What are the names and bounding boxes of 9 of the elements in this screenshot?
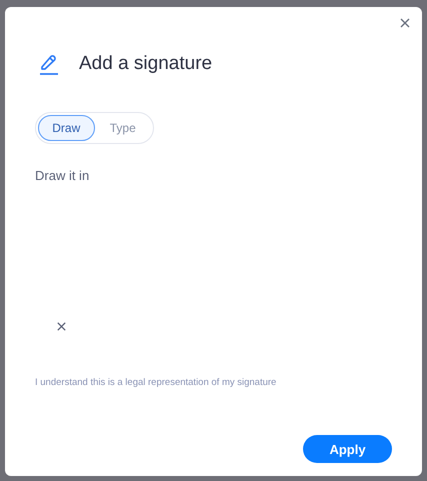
draw-prompt: Draw it in <box>35 166 90 184</box>
dialog-title: Add a signature <box>79 52 212 76</box>
mode-tab[interactable]: Type <box>94 114 151 140</box>
close-icon[interactable] <box>399 17 411 29</box>
mode-tab[interactable]: Draw <box>38 114 94 140</box>
pen-icon <box>37 52 61 76</box>
disclaimer-text: I understand this is a legal representation of my signature <box>35 376 278 390</box>
apply-button[interactable]: Apply <box>303 435 392 464</box>
clear-icon[interactable] <box>56 321 67 332</box>
